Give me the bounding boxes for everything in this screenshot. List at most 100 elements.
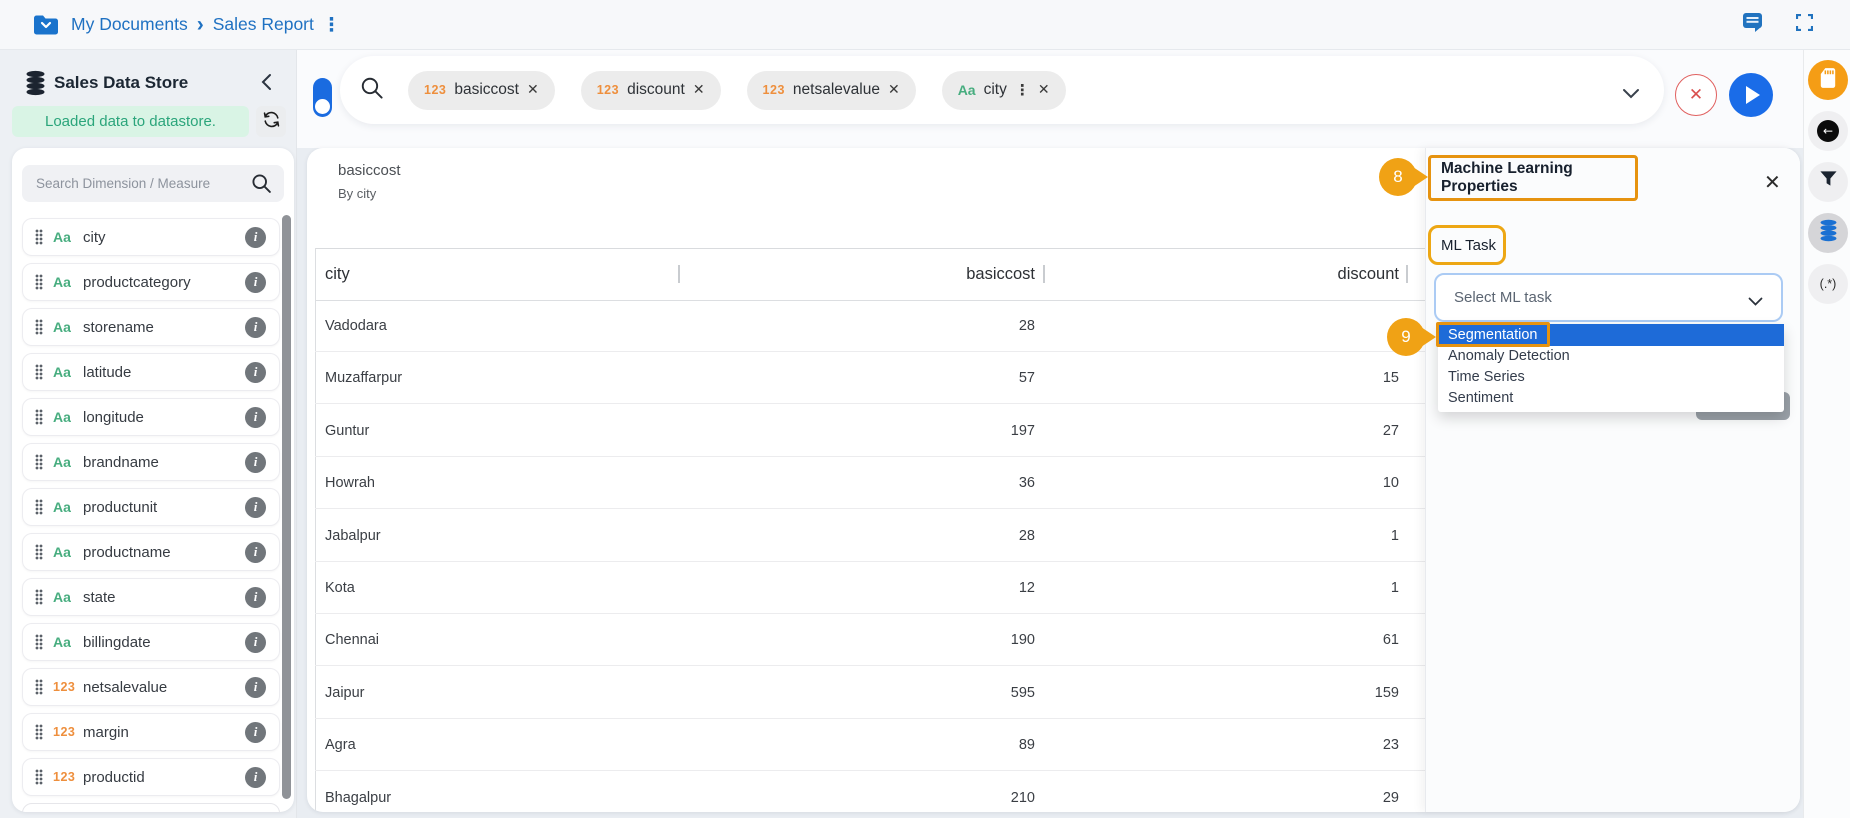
folder-icon[interactable] [33,14,59,35]
option-anomaly-detection[interactable]: Anomaly Detection [1438,346,1784,367]
field-item-state[interactable]: Aa state i [22,578,280,616]
info-icon[interactable]: i [245,766,266,788]
drag-handle-icon[interactable] [35,769,43,785]
field-item-productcategory[interactable]: Aa productcategory i [22,263,280,301]
chip-close-icon[interactable]: ✕ [1038,82,1050,98]
field-item-city[interactable]: Aa city i [22,218,280,256]
fullscreen-icon[interactable] [1795,13,1814,36]
info-icon[interactable]: i [245,721,266,743]
dimension-type-icon: Aa [53,589,71,605]
close-icon[interactable]: ✕ [1764,170,1781,194]
document-menu-icon[interactable]: ⋮ [322,14,341,36]
cell-city: Kota [325,580,355,596]
dimension-type-icon: Aa [53,319,71,335]
filter-button[interactable] [1808,162,1848,202]
query-mode-toggle[interactable] [313,78,332,117]
field-item-netsalevalue[interactable]: 123 netsalevalue i [22,668,280,706]
datastore-panel-button[interactable] [1808,213,1848,253]
search-icon [251,173,272,199]
chip-close-icon[interactable]: ✕ [693,82,705,98]
drag-handle-icon[interactable] [35,634,43,650]
refresh-button[interactable] [256,106,286,137]
chip-close-icon[interactable]: ✕ [888,82,900,98]
chip-menu-icon[interactable]: ⋮ [1015,81,1030,99]
breadcrumb-current[interactable]: Sales Report [213,14,314,35]
measure-type-icon: 123 [53,725,76,739]
option-sentiment[interactable]: Sentiment [1438,388,1784,409]
run-query-button[interactable] [1729,73,1773,117]
drag-handle-icon[interactable] [35,679,43,695]
chip-close-icon[interactable]: ✕ [527,82,539,98]
regex-button[interactable]: (.*) [1808,264,1848,304]
field-label: brandname [83,453,159,471]
memory-card-button[interactable] [1808,60,1848,100]
clear-query-button[interactable]: ✕ [1675,74,1717,116]
column-header-city[interactable]: city [325,248,350,300]
cell-city: Jabalpur [325,528,381,544]
option-time-series[interactable]: Time Series [1438,367,1784,388]
field-item-productunit[interactable]: Aa productunit i [22,488,280,526]
back-button[interactable]: ← [1808,111,1848,151]
cell-city: Chennai [325,632,380,648]
cell-city: Vadodara [325,318,387,334]
info-icon[interactable]: i [245,361,266,383]
query-chip-basiccost[interactable]: 123 basiccost ✕ [408,70,555,110]
info-icon[interactable]: i [245,271,266,293]
field-item-productname[interactable]: Aa productname i [22,533,280,571]
option-segmentation[interactable]: Segmentation [1436,322,1784,347]
drag-handle-icon[interactable] [35,454,43,470]
query-chip-discount[interactable]: 123 discount ✕ [580,70,721,110]
back-arrow-icon: ← [1817,120,1839,142]
sidebar-collapse-icon[interactable] [256,72,276,92]
cell-city: Muzaffarpur [325,370,403,386]
annotation-box-ml-task: ML Task [1428,225,1506,265]
field-item-margin[interactable]: 123 margin i [22,713,280,751]
sidebar-scrollbar[interactable] [282,215,291,799]
info-icon[interactable]: i [245,586,266,608]
query-chip-netsalevalue[interactable]: 123 netsalevalue ✕ [746,70,916,110]
column-header-basiccost[interactable]: basiccost [966,248,1035,300]
cell-discount: 27 [1382,423,1399,439]
column-header-discount[interactable]: discount [1338,248,1399,300]
info-icon[interactable]: i [245,226,266,248]
query-bar[interactable]: 123 basiccost ✕ 123 discount ✕ 123 netsa… [340,56,1664,124]
chevron-down-icon[interactable] [1622,86,1640,104]
drag-handle-icon[interactable] [35,499,43,515]
drag-handle-icon[interactable] [35,274,43,290]
cell-city: Jaipur [325,685,365,701]
field-item-brandname[interactable]: Aa brandname i [22,443,280,481]
drag-handle-icon[interactable] [35,319,43,335]
info-icon[interactable]: i [245,631,266,653]
field-item-billingdate[interactable]: Aa billingdate i [22,623,280,661]
dimension-type-icon: Aa [53,364,71,380]
ml-task-select[interactable]: Select ML task [1434,273,1783,322]
info-icon[interactable]: i [245,316,266,338]
drag-handle-icon[interactable] [35,229,43,245]
dimension-type-icon: Aa [53,634,71,650]
info-icon[interactable]: i [245,496,266,518]
cell-basiccost: 190 [1010,632,1035,648]
drag-handle-icon[interactable] [35,589,43,605]
drag-handle-icon[interactable] [35,724,43,740]
field-item-longitude[interactable]: Aa longitude i [22,398,280,436]
field-item-storename[interactable]: Aa storename i [22,308,280,346]
field-label: billingdate [83,633,151,651]
cell-basiccost: 210 [1010,790,1035,806]
info-icon[interactable]: i [245,451,266,473]
cell-city: Agra [325,737,356,753]
info-icon[interactable]: i [245,541,266,563]
drag-handle-icon[interactable] [35,409,43,425]
cell-discount: 159 [1374,685,1399,701]
field-item-productid[interactable]: 123 productid i [22,758,280,796]
info-icon[interactable]: i [245,406,266,428]
info-icon[interactable]: i [245,676,266,698]
drag-handle-icon[interactable] [35,364,43,380]
breadcrumb-root[interactable]: My Documents [71,14,188,35]
query-chip-city[interactable]: Aa city ⋮ ✕ [941,70,1066,110]
field-label: latitude [83,363,132,381]
comments-icon[interactable] [1742,12,1764,38]
drag-handle-icon[interactable] [35,544,43,560]
field-search-input[interactable] [22,165,284,202]
app-screen: My Documents › Sales Report ⋮ Sales Data… [0,0,1850,818]
field-item-latitude[interactable]: Aa latitude i [22,353,280,391]
